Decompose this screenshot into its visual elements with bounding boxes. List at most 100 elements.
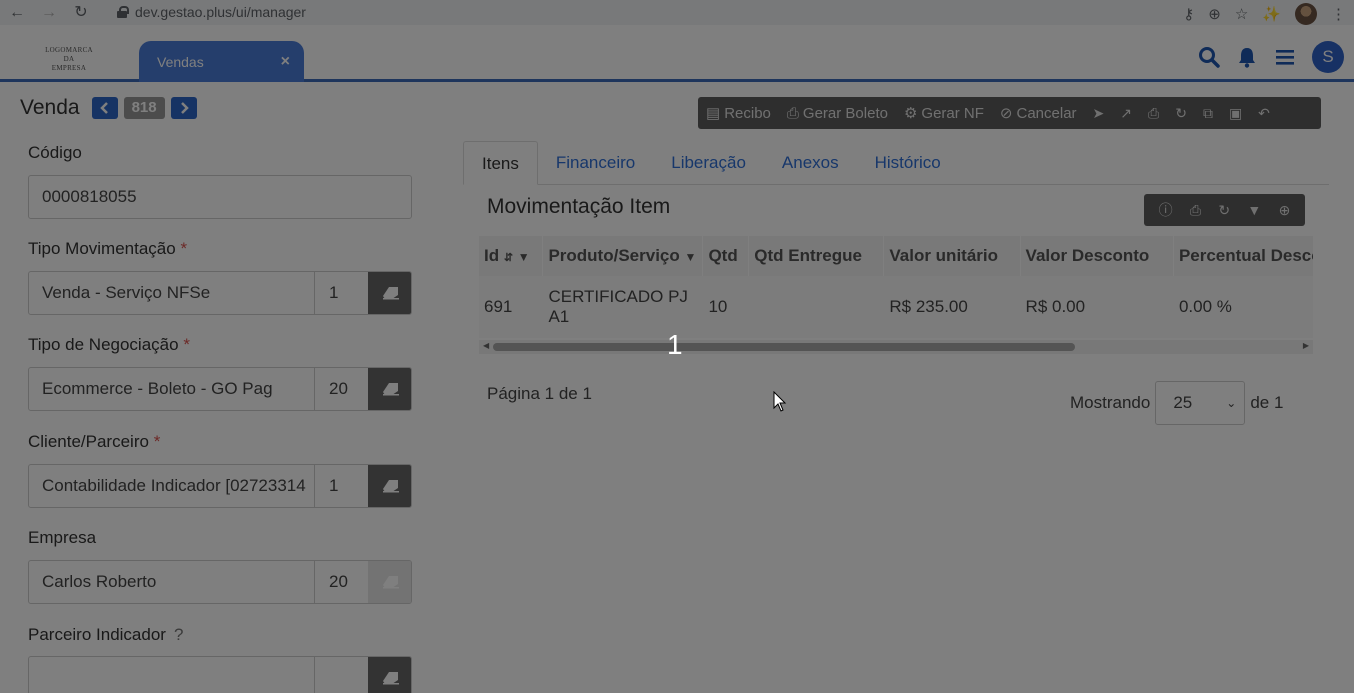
browser-toolbar: ← → ↻ dev.gestao.plus/ui/manager ⚷ ⊕ ☆ ✨… [0, 0, 1354, 25]
next-record-button[interactable] [170, 97, 197, 119]
recibo-button[interactable]: ▤ Recibo [706, 104, 771, 123]
print-icon[interactable]: ⎙ [1190, 202, 1201, 219]
cliente-parceiro-code[interactable]: 1 [314, 465, 368, 507]
tipo-movimentacao-field[interactable]: Venda - Serviço NFSe 1 [28, 271, 412, 315]
refresh-icon[interactable]: ↻ [1218, 202, 1230, 219]
parceiro-indicador-label: Parceiro Indicador? [28, 625, 184, 644]
page-size-control: Mostrando 25 ⌄ de 1 [1070, 381, 1283, 425]
codigo-value[interactable]: 0000818055 [29, 176, 411, 218]
bell-icon[interactable] [1236, 46, 1258, 68]
scroll-right-icon[interactable]: ▶ [1303, 341, 1309, 350]
address-bar[interactable]: dev.gestao.plus/ui/manager [117, 4, 306, 20]
gerar-nf-button[interactable]: ⚙ Gerar NF [904, 104, 984, 123]
grid-title: Movimentação Item [487, 195, 671, 218]
column-header-qtd[interactable]: Qtd [702, 236, 750, 276]
menu-dots-icon[interactable]: ⋮ [1331, 5, 1346, 23]
pagination-text: Página 1 de 1 [487, 384, 592, 403]
codigo-label: Código [28, 143, 82, 162]
column-header-valor-desconto[interactable]: Valor Desconto [1020, 236, 1174, 276]
scroll-left-icon[interactable]: ◀ [483, 341, 489, 350]
detail-tabs: Itens Financeiro Liberação Anexos Histór… [463, 141, 1329, 185]
chevron-left-icon [99, 102, 108, 114]
cell-qtd-entregue [748, 276, 885, 338]
url-text[interactable]: dev.gestao.plus/ui/manager [135, 4, 306, 20]
hamburger-menu-icon[interactable] [1274, 46, 1296, 68]
star-icon[interactable]: ☆ [1235, 5, 1248, 23]
save-icon[interactable]: ▣ [1229, 105, 1242, 122]
sort-icon[interactable]: ⇵ [504, 252, 513, 264]
undo-icon[interactable]: ↶ [1258, 105, 1270, 122]
empresa-label: Empresa [28, 528, 97, 547]
record-toolbar: ▤ Recibo ⎙ Gerar Boleto ⚙ Gerar NF ⊘ Cancela… [698, 97, 1321, 129]
empresa-field[interactable]: Carlos Roberto 20 [28, 560, 412, 604]
filter-icon[interactable]: ▼ [1247, 202, 1261, 218]
eraser-icon[interactable] [368, 272, 411, 314]
column-header-valor-unitario[interactable]: Valor unitário [883, 236, 1021, 276]
showing-label: Mostrando [1070, 393, 1151, 412]
send-icon[interactable]: ➤ [1093, 105, 1105, 122]
horizontal-scrollbar[interactable]: ◀ ▶ [479, 340, 1313, 354]
tab-liberacao[interactable]: Liberação [653, 141, 764, 184]
codigo-field[interactable]: 0000818055 [28, 175, 412, 219]
tab-historico[interactable]: Histórico [857, 141, 959, 184]
external-link-icon[interactable]: ↗ [1120, 105, 1132, 122]
tab-anexos[interactable]: Anexos [764, 141, 857, 184]
parceiro-indicador-code[interactable] [314, 657, 368, 693]
tipo-movimentacao-value[interactable]: Venda - Serviço NFSe [29, 272, 314, 314]
back-icon[interactable]: ← [9, 4, 25, 21]
cancelar-button[interactable]: ⊘ Cancelar [1000, 104, 1077, 123]
tipo-movimentacao-code[interactable]: 1 [314, 272, 368, 314]
tab-financeiro[interactable]: Financeiro [538, 141, 653, 184]
column-header-id[interactable]: Id ⇵ ▼ [479, 236, 544, 276]
empresa-value[interactable]: Carlos Roberto [29, 561, 314, 603]
zoom-icon[interactable]: ⊕ [1208, 5, 1221, 23]
tipo-negociacao-code[interactable]: 20 [314, 368, 368, 410]
total-label: de 1 [1250, 393, 1284, 412]
tab-vendas[interactable]: Vendas × [139, 41, 304, 82]
close-icon[interactable]: × [281, 53, 290, 71]
filter-icon[interactable]: ▼ [685, 250, 697, 264]
search-icon[interactable] [1198, 46, 1220, 68]
cliente-parceiro-field[interactable]: Contabilidade Indicador [02723314 1 [28, 464, 412, 508]
filter-icon[interactable]: ▼ [518, 250, 530, 264]
column-header-percentual-desconto[interactable]: Percentual Desconto [1173, 236, 1313, 276]
previous-record-button[interactable] [91, 97, 118, 119]
tab-itens[interactable]: Itens [463, 141, 538, 185]
page-title: Venda [20, 96, 80, 119]
profile-avatar[interactable] [1295, 3, 1317, 25]
forward-icon[interactable]: → [41, 4, 57, 21]
tipo-negociacao-label: Tipo de Negociação * [28, 335, 190, 354]
tipo-negociacao-field[interactable]: Ecommerce - Boleto - GO Pag 20 [28, 367, 412, 411]
key-icon[interactable]: ⚷ [1183, 5, 1194, 23]
cliente-parceiro-value[interactable]: Contabilidade Indicador [02723314 [29, 465, 314, 507]
parceiro-indicador-field[interactable] [28, 656, 412, 693]
reload-icon[interactable]: ↻ [73, 4, 89, 21]
info-icon[interactable]: ⓘ [1159, 200, 1173, 220]
eraser-icon[interactable] [368, 465, 411, 507]
chevron-down-icon: ⌄ [1226, 396, 1237, 410]
copy-icon[interactable]: ⧉ [1203, 105, 1213, 122]
refresh-icon[interactable]: ↻ [1175, 105, 1187, 122]
cell-id: 691 [479, 276, 544, 338]
record-number-badge: 818 [123, 97, 165, 119]
help-icon[interactable]: ? [174, 625, 183, 644]
column-header-produto[interactable]: Produto/Serviço ▼ [542, 236, 704, 276]
user-avatar[interactable]: S [1312, 41, 1344, 73]
empresa-code[interactable]: 20 [314, 561, 368, 603]
add-icon[interactable]: ⊕ [1279, 202, 1291, 219]
overlay-number: 1 [667, 329, 683, 360]
parceiro-indicador-value[interactable] [29, 657, 314, 693]
chevron-right-icon [180, 102, 189, 114]
print-icon[interactable]: ⎙ [1148, 105, 1159, 122]
grid-toolbar: ⓘ ⎙ ↻ ▼ ⊕ [1144, 194, 1305, 226]
tipo-negociacao-value[interactable]: Ecommerce - Boleto - GO Pag [29, 368, 314, 410]
eraser-icon[interactable] [368, 368, 411, 410]
extensions-icon[interactable]: ✨ [1262, 5, 1281, 23]
column-header-qtd-entregue[interactable]: Qtd Entregue [748, 236, 885, 276]
page-size-select[interactable]: 25 ⌄ [1155, 381, 1246, 425]
scrollbar-thumb[interactable] [493, 343, 1075, 351]
table-row[interactable]: 691 CERTIFICADO PJ A1 10 R$ 235.00 R$ 0.… [479, 276, 1313, 338]
app-header: LOGOMARCA DA EMPRESA Vendas × S [0, 25, 1354, 82]
eraser-icon[interactable] [368, 657, 411, 693]
gerar-boleto-button[interactable]: ⎙ Gerar Boleto [787, 105, 888, 122]
